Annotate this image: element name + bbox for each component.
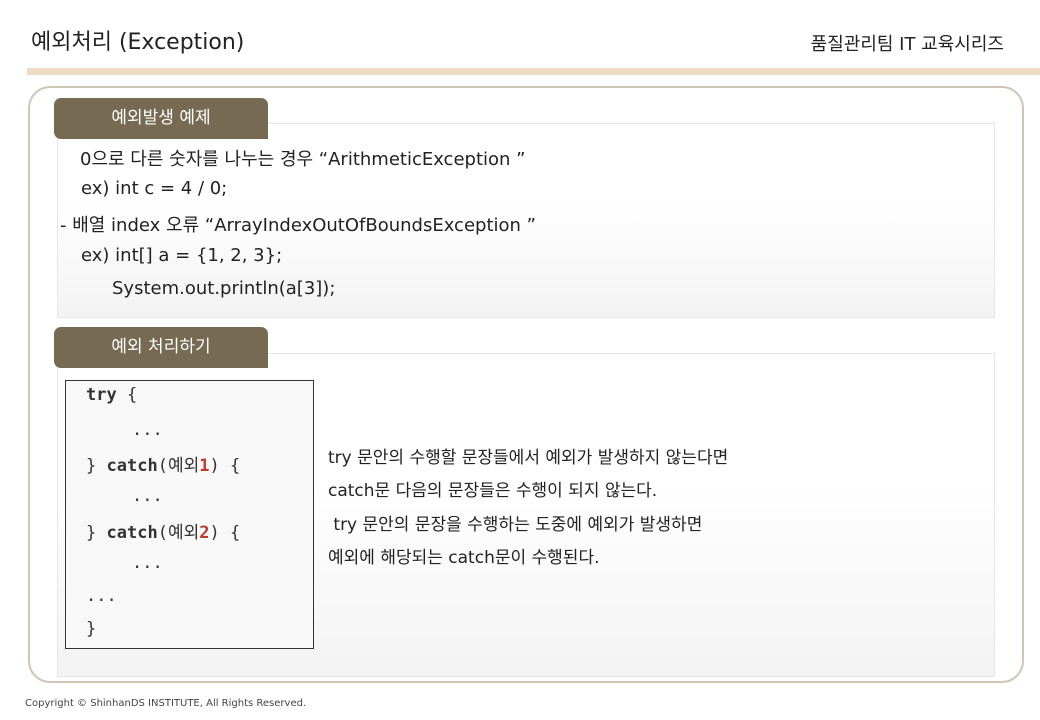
code-open-brace: {	[229, 523, 241, 543]
example-line-4: ex) int[] a = {1, 2, 3};	[81, 245, 283, 266]
description-line-3: try 문안의 문장을 수행하는 도중에 예외가 발생하면	[328, 515, 703, 535]
page-title: 예외처리 (Exception)	[31, 30, 245, 55]
code-exception-word: 예외	[167, 456, 200, 476]
example-line-3: - 배열 index 오류 “ArrayIndexOutOfBoundsExce…	[60, 215, 536, 236]
description-line-2: catch문 다음의 문장들은 수행이 되지 않는다.	[328, 481, 658, 501]
code-catch-keyword: catch	[106, 523, 158, 543]
code-line-catch-2: } catch(예외2) {	[86, 523, 241, 543]
copyright: Copyright © ShinhanDS INSTITUTE, All Rig…	[25, 698, 307, 709]
section-tab-handling: 예외 처리하기	[54, 327, 268, 368]
code-ellipsis-2: ...	[132, 486, 163, 506]
code-ellipsis-1: ...	[132, 420, 163, 440]
example-line-2: ex) int c = 4 / 0;	[81, 178, 228, 199]
code-try-keyword: try	[86, 385, 117, 405]
section-tab-example: 예외발생 예제	[54, 98, 268, 139]
code-close-brace: }	[86, 523, 97, 543]
series-label: 품질관리팀 IT 교육시리즈	[810, 34, 1004, 55]
example-line-1: 0으로 다른 숫자를 나누는 경우 “ArithmeticException ”	[80, 149, 526, 170]
code-exception-word: 예외	[167, 523, 200, 543]
code-open-brace: {	[126, 385, 138, 405]
description-line-4: 예외에 해당되는 catch문이 수행된다.	[328, 548, 600, 568]
code-open-brace: {	[229, 456, 241, 476]
header-divider	[27, 68, 1040, 75]
code-catch-keyword: catch	[106, 456, 158, 476]
code-exception-num: 2	[199, 523, 210, 543]
code-final-brace: }	[86, 619, 97, 639]
description-line-1: try 문안의 수행할 문장들에서 예외가 발생하지 않는다면	[328, 448, 729, 468]
code-block	[65, 380, 314, 649]
code-ellipsis-3: ...	[132, 553, 163, 573]
example-line-5: System.out.println(a[3]);	[112, 278, 336, 299]
code-exception-num: 1	[199, 456, 210, 476]
code-close-brace: }	[86, 456, 97, 476]
code-line-catch-1: } catch(예외1) {	[86, 456, 241, 476]
code-ellipsis-4: ...	[86, 586, 117, 606]
code-line-try: try {	[86, 385, 137, 405]
